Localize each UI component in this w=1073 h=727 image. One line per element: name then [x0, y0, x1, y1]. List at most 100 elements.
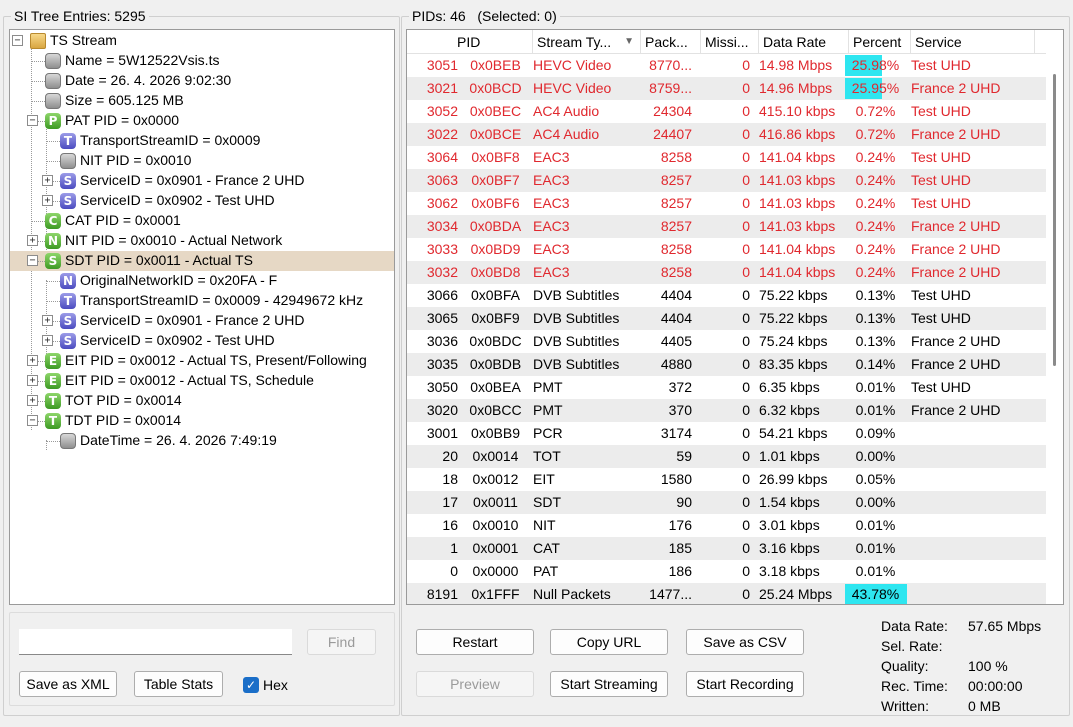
- table-row[interactable]: 1 0x0001 CAT 185 0 3.16 kbps 0.01%: [407, 537, 1047, 560]
- col-pid-header[interactable]: PID: [407, 30, 533, 54]
- table-row[interactable]: 17 0x0011 SDT 90 0 1.54 kbps 0.00%: [407, 491, 1047, 514]
- expand-icon[interactable]: +: [42, 175, 53, 186]
- table-row[interactable]: 3021 0x0BCD HEVC Video 8759... 0 14.96 Mbps 25…: [407, 77, 1047, 100]
- tree-node[interactable]: − S SDT PID = 0x0011 - Actual TS: [10, 251, 394, 271]
- tree-node[interactable]: N OriginalNetworkID = 0x20FA - F: [10, 271, 394, 291]
- tree-node[interactable]: + N NIT PID = 0x0010 - Actual Network: [10, 231, 394, 251]
- table-row[interactable]: 3032 0x0BD8 EAC3 8258 0 141.04 kbps 0.24% Franc…: [407, 261, 1047, 284]
- tree-node[interactable]: + E EIT PID = 0x0012 - Actual TS, Schedule: [10, 371, 394, 391]
- packets-cell: 372: [668, 379, 692, 395]
- vertical-scrollbar[interactable]: [1046, 30, 1063, 604]
- collapse-icon[interactable]: −: [27, 415, 38, 426]
- table-row[interactable]: 16 0x0010 NIT 176 0 3.01 kbps 0.01%: [407, 514, 1047, 537]
- table-row[interactable]: 3065 0x0BF9 DVB Subtitles 4404 0 75.22 kbps 0.…: [407, 307, 1047, 330]
- missing-cell: 0: [742, 149, 750, 165]
- packets-cell: 8258: [660, 241, 692, 257]
- data-rate-cell: 6.32 kbps: [759, 402, 820, 418]
- tree-node[interactable]: + S ServiceID = 0x0901 - France 2 UHD: [10, 311, 394, 331]
- expand-icon[interactable]: +: [42, 335, 53, 346]
- table-row[interactable]: 3064 0x0BF8 EAC3 8258 0 141.04 kbps 0.24% Test …: [407, 146, 1047, 169]
- tree-connector: [46, 161, 60, 162]
- start-recording-button[interactable]: Start Recording: [686, 671, 804, 697]
- pid-decimal-cell: 0: [450, 563, 458, 579]
- missing-cell: 0: [742, 448, 750, 464]
- table-row[interactable]: 3022 0x0BCE AC4 Audio 24407 0 416.86 kbps 0.72…: [407, 123, 1047, 146]
- search-input[interactable]: [19, 629, 292, 655]
- tree-node[interactable]: + S ServiceID = 0x0902 - Test UHD: [10, 191, 394, 211]
- tree-connector: [46, 441, 60, 442]
- pid-decimal-cell: 8191: [426, 586, 458, 602]
- pid-decimal-cell: 3034: [426, 218, 458, 234]
- table-row[interactable]: 3033 0x0BD9 EAC3 8258 0 141.04 kbps 0.24% Franc…: [407, 238, 1047, 261]
- tree-node[interactable]: T TransportStreamID = 0x0009: [10, 131, 394, 151]
- expand-icon[interactable]: +: [42, 195, 53, 206]
- percent-cell: 0.09%: [855, 425, 896, 441]
- restart-button[interactable]: Restart: [416, 629, 534, 655]
- tree-node[interactable]: Date = 26. 4. 2026 9:02:30: [10, 71, 394, 91]
- table-row[interactable]: 3066 0x0BFA DVB Subtitles 4404 0 75.22 kbps 0.…: [407, 284, 1047, 307]
- collapse-icon[interactable]: −: [12, 35, 23, 46]
- start-streaming-button[interactable]: Start Streaming: [550, 671, 668, 697]
- hex-checkbox[interactable]: ✓: [243, 677, 259, 693]
- tree-node[interactable]: + T TOT PID = 0x0014: [10, 391, 394, 411]
- tree-node[interactable]: − TS Stream: [10, 31, 394, 51]
- col-percent-header[interactable]: Percent: [849, 30, 911, 54]
- service-cell: France 2 UHD: [911, 126, 1001, 142]
- table-row[interactable]: 3051 0x0BEB HEVC Video 8770... 0 14.98 Mbps 25…: [407, 54, 1047, 77]
- missing-cell: 0: [742, 80, 750, 96]
- scrollbar-thumb[interactable]: [1053, 74, 1056, 366]
- pid-table[interactable]: PID Stream Ty... ▼ Pack... Missi... Data…: [406, 29, 1064, 605]
- packets-cell: 8770...: [649, 57, 692, 73]
- tree-node[interactable]: Size = 605.125 MB: [10, 91, 394, 111]
- expand-icon[interactable]: +: [27, 375, 38, 386]
- find-button[interactable]: Find: [307, 629, 376, 655]
- collapse-icon[interactable]: −: [27, 255, 38, 266]
- col-service-header[interactable]: Service: [911, 30, 1035, 54]
- table-stats-button[interactable]: Table Stats: [134, 671, 223, 697]
- col-stream-type-header[interactable]: Stream Ty... ▼: [533, 30, 641, 54]
- copy-url-button[interactable]: Copy URL: [550, 629, 668, 655]
- percent-cell: 0.01%: [855, 402, 896, 418]
- tree-node[interactable]: C CAT PID = 0x0001: [10, 211, 394, 231]
- table-row[interactable]: 3020 0x0BCC PMT 370 0 6.32 kbps 0.01% France 2 …: [407, 399, 1047, 422]
- preview-button[interactable]: Preview: [416, 671, 534, 697]
- si-tree[interactable]: − TS Stream Name = 5W12522Vsis.ts Date = 26…: [9, 29, 395, 605]
- table-row[interactable]: 3035 0x0BDB DVB Subtitles 4880 0 83.35 kbps 0.…: [407, 353, 1047, 376]
- col-missing-header[interactable]: Missi...: [701, 30, 759, 54]
- table-row[interactable]: 3001 0x0BB9 PCR 3174 0 54.21 kbps 0.09%: [407, 422, 1047, 445]
- col-packets-header[interactable]: Pack...: [641, 30, 701, 54]
- table-row[interactable]: 8191 0x1FFF Null Packets 1477... 0 25.24 Mbps…: [407, 583, 1047, 604]
- table-row[interactable]: 3052 0x0BEC AC4 Audio 24304 0 415.10 kbps 0.72…: [407, 100, 1047, 123]
- tree-node[interactable]: + S ServiceID = 0x0901 - France 2 UHD: [10, 171, 394, 191]
- table-row[interactable]: 3050 0x0BEA PMT 372 0 6.35 kbps 0.01% Test UHD: [407, 376, 1047, 399]
- missing-cell: 0: [742, 517, 750, 533]
- tree-node[interactable]: − P PAT PID = 0x0000: [10, 111, 394, 131]
- tree-node[interactable]: NIT PID = 0x0010: [10, 151, 394, 171]
- save-as-xml-button[interactable]: Save as XML: [19, 671, 117, 697]
- pid-decimal-cell: 3020: [426, 402, 458, 418]
- expand-icon[interactable]: +: [42, 315, 53, 326]
- table-row[interactable]: 3036 0x0BDC DVB Subtitles 4405 0 75.24 kbps 0.…: [407, 330, 1047, 353]
- table-row[interactable]: 18 0x0012 EIT 1580 0 26.99 kbps 0.05%: [407, 468, 1047, 491]
- pid-hex-cell: 0x0BFA: [470, 287, 521, 303]
- tree-node[interactable]: + S ServiceID = 0x0902 - Test UHD: [10, 331, 394, 351]
- table-row[interactable]: 0 0x0000 PAT 186 0 3.18 kbps 0.01%: [407, 560, 1047, 583]
- stream-type-cell: DVB Subtitles: [533, 287, 620, 303]
- save-as-csv-button[interactable]: Save as CSV: [686, 629, 804, 655]
- expand-icon[interactable]: +: [27, 235, 38, 246]
- table-row[interactable]: 3062 0x0BF6 EAC3 8257 0 141.03 kbps 0.24% Test …: [407, 192, 1047, 215]
- tree-node[interactable]: − T TDT PID = 0x0014: [10, 411, 394, 431]
- table-row[interactable]: 20 0x0014 TOT 59 0 1.01 kbps 0.00%: [407, 445, 1047, 468]
- table-row[interactable]: 3063 0x0BF7 EAC3 8257 0 141.03 kbps 0.24% Test …: [407, 169, 1047, 192]
- table-s-icon: S: [60, 333, 76, 349]
- col-data-rate-header[interactable]: Data Rate: [759, 30, 849, 54]
- tree-node[interactable]: DateTime = 26. 4. 2026 7:49:19: [10, 431, 394, 451]
- collapse-icon[interactable]: −: [27, 115, 38, 126]
- expand-icon[interactable]: +: [27, 395, 38, 406]
- table-row[interactable]: 3034 0x0BDA EAC3 8257 0 141.03 kbps 0.24% Franc…: [407, 215, 1047, 238]
- tree-node[interactable]: Name = 5W12522Vsis.ts: [10, 51, 394, 71]
- tree-node[interactable]: T TransportStreamID = 0x0009 - 42949672 k…: [10, 291, 394, 311]
- missing-cell: 0: [742, 540, 750, 556]
- expand-icon[interactable]: +: [27, 355, 38, 366]
- tree-node[interactable]: + E EIT PID = 0x0012 - Actual TS, Present/…: [10, 351, 394, 371]
